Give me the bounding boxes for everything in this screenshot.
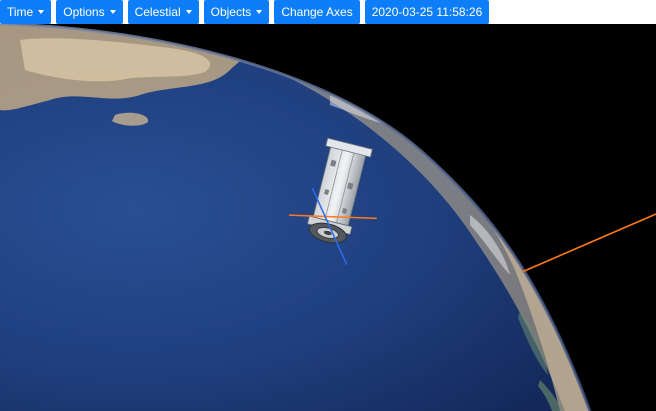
change-axes-button[interactable]: Change Axes [274,0,360,24]
options-menu-label: Options [63,5,105,19]
objects-menu-label: Objects [210,5,252,19]
caret-down-icon [109,10,116,14]
time-menu-button[interactable]: Time [0,0,52,24]
caret-down-icon [256,10,263,14]
options-menu-button[interactable]: Options [56,0,123,24]
caret-down-icon [185,10,192,14]
3d-viewport[interactable] [0,24,656,411]
time-menu-label: Time [7,5,34,19]
toolbar: Time Options Celestial Objects Change Ax… [0,0,656,24]
celestial-menu-button[interactable]: Celestial [127,0,199,24]
celestial-menu-label: Celestial [134,5,181,19]
datetime-button[interactable]: 2020-03-25 11:58:26 [364,0,490,24]
objects-menu-button[interactable]: Objects [203,0,270,24]
caret-down-icon [38,10,45,14]
